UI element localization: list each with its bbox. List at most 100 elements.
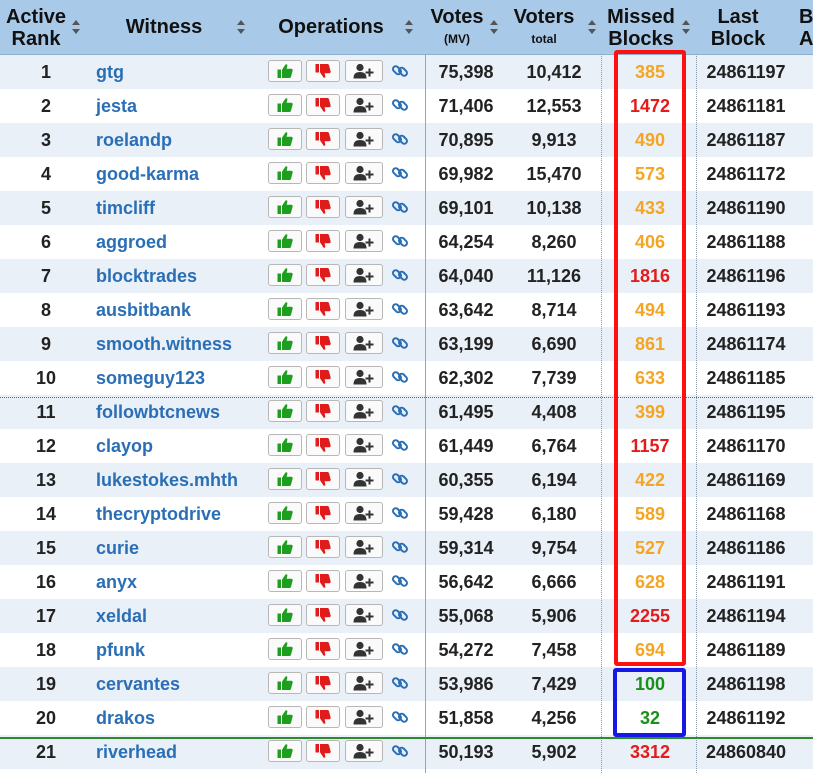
witness-link[interactable]: riverhead [96,735,266,769]
approve-witness-button[interactable] [268,570,302,592]
unapprove-witness-button[interactable] [306,536,340,558]
unapprove-witness-button[interactable] [306,434,340,456]
witness-url-link[interactable] [390,536,410,558]
set-proxy-button[interactable] [345,128,383,150]
approve-witness-button[interactable] [268,332,302,354]
witness-url-link[interactable] [390,604,410,626]
witness-link[interactable]: aggroed [96,225,266,259]
witness-link[interactable]: roelandp [96,123,266,157]
unapprove-witness-button[interactable] [306,502,340,524]
set-proxy-button[interactable] [345,60,383,82]
unapprove-witness-button[interactable] [306,570,340,592]
set-proxy-button[interactable] [345,468,383,490]
approve-witness-button[interactable] [268,366,302,388]
col-header-voters[interactable]: Voters total [508,0,580,54]
set-proxy-button[interactable] [345,434,383,456]
set-proxy-button[interactable] [345,570,383,592]
witness-url-link[interactable] [390,570,410,592]
approve-witness-button[interactable] [268,128,302,150]
set-proxy-button[interactable] [345,230,383,252]
witness-link[interactable]: xeldal [96,599,266,633]
set-proxy-button[interactable] [345,638,383,660]
witness-link[interactable]: drakos [96,701,266,735]
witness-url-link[interactable] [390,502,410,524]
witness-link[interactable]: thecryptodrive [96,497,266,531]
witness-url-link[interactable] [390,264,410,286]
unapprove-witness-button[interactable] [306,604,340,626]
witness-url-link[interactable] [390,366,410,388]
approve-witness-button[interactable] [268,740,302,762]
unapprove-witness-button[interactable] [306,230,340,252]
witness-url-link[interactable] [390,230,410,252]
approve-witness-button[interactable] [268,264,302,286]
sort-icon[interactable] [405,20,413,34]
col-header-last-block[interactable]: Last Block [696,0,780,54]
witness-url-link[interactable] [390,298,410,320]
witness-url-link[interactable] [390,162,410,184]
witness-link[interactable]: smooth.witness [96,327,266,361]
set-proxy-button[interactable] [345,94,383,116]
witness-link[interactable]: anyx [96,565,266,599]
set-proxy-button[interactable] [345,264,383,286]
approve-witness-button[interactable] [268,468,302,490]
set-proxy-button[interactable] [345,536,383,558]
approve-witness-button[interactable] [268,298,302,320]
col-header-votes[interactable]: Votes (MV) [426,0,488,54]
approve-witness-button[interactable] [268,434,302,456]
witness-link[interactable]: curie [96,531,266,565]
witness-url-link[interactable] [390,94,410,116]
set-proxy-button[interactable] [345,162,383,184]
approve-witness-button[interactable] [268,638,302,660]
unapprove-witness-button[interactable] [306,366,340,388]
witness-link[interactable]: pfunk [96,633,266,667]
witness-url-link[interactable] [390,468,410,490]
unapprove-witness-button[interactable] [306,672,340,694]
witness-url-link[interactable] [390,128,410,150]
witness-link[interactable]: clayop [96,429,266,463]
approve-witness-button[interactable] [268,162,302,184]
witness-url-link[interactable] [390,60,410,82]
unapprove-witness-button[interactable] [306,196,340,218]
witness-url-link[interactable] [390,672,410,694]
approve-witness-button[interactable] [268,536,302,558]
set-proxy-button[interactable] [345,400,383,422]
set-proxy-button[interactable] [345,672,383,694]
approve-witness-button[interactable] [268,196,302,218]
sort-icon[interactable] [237,20,245,34]
witness-url-link[interactable] [390,706,410,728]
set-proxy-button[interactable] [345,502,383,524]
witness-link[interactable]: someguy123 [96,361,266,395]
sort-icon[interactable] [682,20,690,34]
approve-witness-button[interactable] [268,706,302,728]
unapprove-witness-button[interactable] [306,740,340,762]
sort-icon[interactable] [72,20,80,34]
witness-link[interactable]: jesta [96,89,266,123]
col-header-witness[interactable]: Witness [96,0,232,54]
witness-link[interactable]: gtg [96,55,266,89]
approve-witness-button[interactable] [268,94,302,116]
set-proxy-button[interactable] [345,366,383,388]
set-proxy-button[interactable] [345,740,383,762]
set-proxy-button[interactable] [345,196,383,218]
set-proxy-button[interactable] [345,332,383,354]
col-header-active-rank[interactable]: Active Rank [0,0,72,54]
unapprove-witness-button[interactable] [306,94,340,116]
witness-url-link[interactable] [390,638,410,660]
approve-witness-button[interactable] [268,400,302,422]
witness-link[interactable]: followbtcnews [96,395,266,429]
witness-link[interactable]: good-karma [96,157,266,191]
approve-witness-button[interactable] [268,604,302,626]
unapprove-witness-button[interactable] [306,638,340,660]
unapprove-witness-button[interactable] [306,60,340,82]
unapprove-witness-button[interactable] [306,128,340,150]
unapprove-witness-button[interactable] [306,332,340,354]
witness-link[interactable]: lukestokes.mhth [96,463,266,497]
unapprove-witness-button[interactable] [306,706,340,728]
unapprove-witness-button[interactable] [306,468,340,490]
approve-witness-button[interactable] [268,672,302,694]
approve-witness-button[interactable] [268,60,302,82]
witness-link[interactable]: ausbitbank [96,293,266,327]
sort-icon[interactable] [490,20,498,34]
witness-url-link[interactable] [390,196,410,218]
col-header-next-cut[interactable]: B A [799,0,813,54]
